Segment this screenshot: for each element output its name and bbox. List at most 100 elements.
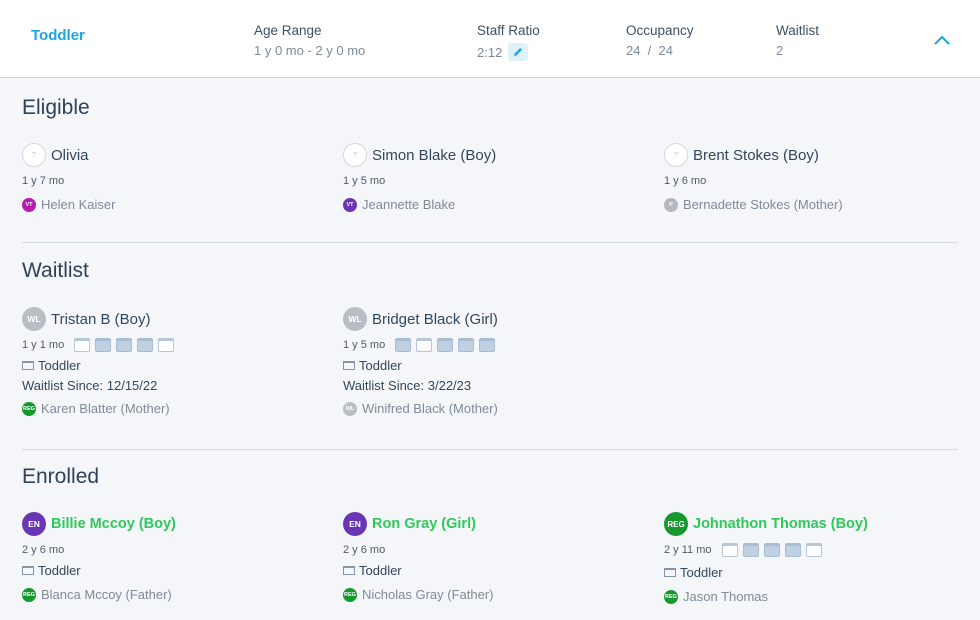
section-divider (22, 242, 958, 243)
calendar-day-icon (479, 338, 496, 352)
schedule-days (74, 338, 179, 352)
guardian-badge: REG (343, 587, 357, 602)
edit-staff-ratio-button[interactable] (508, 43, 529, 61)
unknown-avatar: ? (343, 143, 367, 167)
child-age: 2 y 11 mo (664, 544, 712, 556)
section-eligible-title: Eligible (22, 96, 90, 119)
child-name[interactable]: Bridget Black (Girl) (372, 311, 498, 328)
room-name: Toddler (680, 565, 723, 580)
child-name[interactable]: Johnathon Thomas (Boy) (693, 516, 868, 532)
guardian-badge: VT (22, 197, 36, 212)
waitlist-since: Waitlist Since: 12/15/22 (22, 378, 158, 393)
registered-avatar: REG (664, 512, 688, 536)
occupancy-label: Occupancy (626, 23, 694, 38)
child-age: 1 y 1 mo (22, 339, 65, 351)
guardian-badge: WL (343, 401, 357, 416)
age-range: Age Range 1 y 0 mo - 2 y 0 mo (254, 23, 365, 58)
section-enrolled-title: Enrolled (22, 465, 100, 488)
calendar-day-icon (395, 338, 412, 352)
waitlist-count-label: Waitlist (776, 23, 819, 38)
chevron-up-icon[interactable] (932, 32, 952, 48)
calendar-day-icon (784, 543, 801, 557)
eligible-card[interactable]: ? Olivia 1 y 7 mo VT Helen Kaiser (22, 142, 322, 212)
waitlist-avatar: WL (343, 307, 367, 331)
guardian-name[interactable]: Helen Kaiser (41, 197, 115, 212)
calendar-day-icon (763, 543, 780, 557)
staff-ratio-label: Staff Ratio (477, 23, 540, 38)
guardian-badge: REG (22, 587, 36, 602)
calendar-day-icon (74, 338, 91, 352)
schedule-days (721, 543, 827, 557)
room-header: Toddler Age Range 1 y 0 mo - 2 y 0 mo St… (0, 0, 980, 78)
unknown-avatar: ? (664, 143, 688, 167)
staff-ratio-value: 2:12 (477, 44, 503, 60)
guardian-name[interactable]: Jeannette Blake (362, 197, 455, 212)
classroom-icon (664, 568, 676, 577)
room-name[interactable]: Toddler (31, 27, 85, 44)
room-name: Toddler (359, 358, 402, 373)
calendar-day-icon (137, 338, 154, 352)
guardian-name[interactable]: Nicholas Gray (Father) (362, 587, 493, 602)
waitlist-card[interactable]: WL Tristan B (Boy) 1 y 1 mo Toddler Wait… (22, 306, 322, 416)
eligible-card[interactable]: ? Simon Blake (Boy) 1 y 5 mo VT Jeannett… (343, 142, 643, 212)
guardian-name[interactable]: Bernadette Stokes (Mother) (683, 197, 843, 212)
calendar-day-icon (116, 338, 133, 352)
occupancy-value: 24 / 24 (626, 43, 673, 58)
calendar-day-icon (437, 338, 454, 352)
child-age: 1 y 5 mo (343, 339, 386, 351)
calendar-day-icon (416, 338, 433, 352)
room-name: Toddler (38, 563, 81, 578)
child-name[interactable]: Tristan B (Boy) (51, 311, 150, 328)
room-name: Toddler (359, 563, 402, 578)
eligible-card[interactable]: ? Brent Stokes (Boy) 1 y 6 mo P Bernadet… (664, 142, 964, 212)
enrolled-card[interactable]: EN Billie Mccoy (Boy) 2 y 6 mo Toddler R… (22, 511, 322, 602)
guardian-badge: REG (664, 589, 678, 604)
pencil-icon (514, 48, 523, 56)
waitlist-card[interactable]: WL Bridget Black (Girl) 1 y 5 mo Toddler… (343, 306, 643, 416)
child-name[interactable]: Olivia (51, 147, 89, 164)
unknown-avatar: ? (22, 143, 46, 167)
room-name: Toddler (38, 358, 81, 373)
enrolled-card[interactable]: REG Johnathon Thomas (Boy) 2 y 11 mo Tod… (664, 511, 964, 604)
calendar-day-icon (458, 338, 475, 352)
guardian-badge: REG (22, 401, 36, 416)
calendar-day-icon (95, 338, 112, 352)
child-age: 2 y 6 mo (22, 544, 65, 556)
child-age: 1 y 6 mo (664, 175, 707, 187)
child-name[interactable]: Ron Gray (Girl) (372, 516, 476, 532)
waitlist-count: Waitlist 2 (776, 23, 819, 58)
calendar-day-icon (721, 543, 738, 557)
calendar-day-icon (158, 338, 175, 352)
classroom-icon (343, 566, 355, 575)
section-divider (22, 449, 958, 450)
classroom-icon (22, 566, 34, 575)
guardian-name[interactable]: Winifred Black (Mother) (362, 401, 498, 416)
calendar-day-icon (742, 543, 759, 557)
guardian-badge: P (664, 197, 678, 212)
waitlist-count-value: 2 (776, 43, 784, 58)
enrolled-card[interactable]: EN Ron Gray (Girl) 2 y 6 mo Toddler REG … (343, 511, 643, 602)
enrolled-avatar: EN (22, 512, 46, 536)
guardian-name[interactable]: Karen Blatter (Mother) (41, 401, 170, 416)
child-name[interactable]: Brent Stokes (Boy) (693, 147, 819, 164)
child-age: 1 y 7 mo (22, 175, 65, 187)
guardian-name[interactable]: Jason Thomas (683, 589, 768, 604)
section-waitlist-title: Waitlist (22, 259, 89, 282)
guardian-name[interactable]: Blanca Mccoy (Father) (41, 587, 172, 602)
child-age: 1 y 5 mo (343, 175, 386, 187)
age-range-label: Age Range (254, 23, 322, 38)
occupancy: Occupancy 24 / 24 (626, 23, 694, 58)
child-name[interactable]: Simon Blake (Boy) (372, 147, 496, 164)
staff-ratio: Staff Ratio 2:12 (477, 23, 540, 61)
waitlist-avatar: WL (22, 307, 46, 331)
classroom-icon (343, 361, 355, 370)
age-range-value: 1 y 0 mo - 2 y 0 mo (254, 43, 366, 58)
enrolled-avatar: EN (343, 512, 367, 536)
child-age: 2 y 6 mo (343, 544, 386, 556)
calendar-day-icon (805, 543, 822, 557)
guardian-badge: VT (343, 197, 357, 212)
schedule-days (395, 338, 500, 352)
classroom-icon (22, 361, 34, 370)
waitlist-since: Waitlist Since: 3/22/23 (343, 378, 472, 393)
child-name[interactable]: Billie Mccoy (Boy) (51, 516, 176, 532)
